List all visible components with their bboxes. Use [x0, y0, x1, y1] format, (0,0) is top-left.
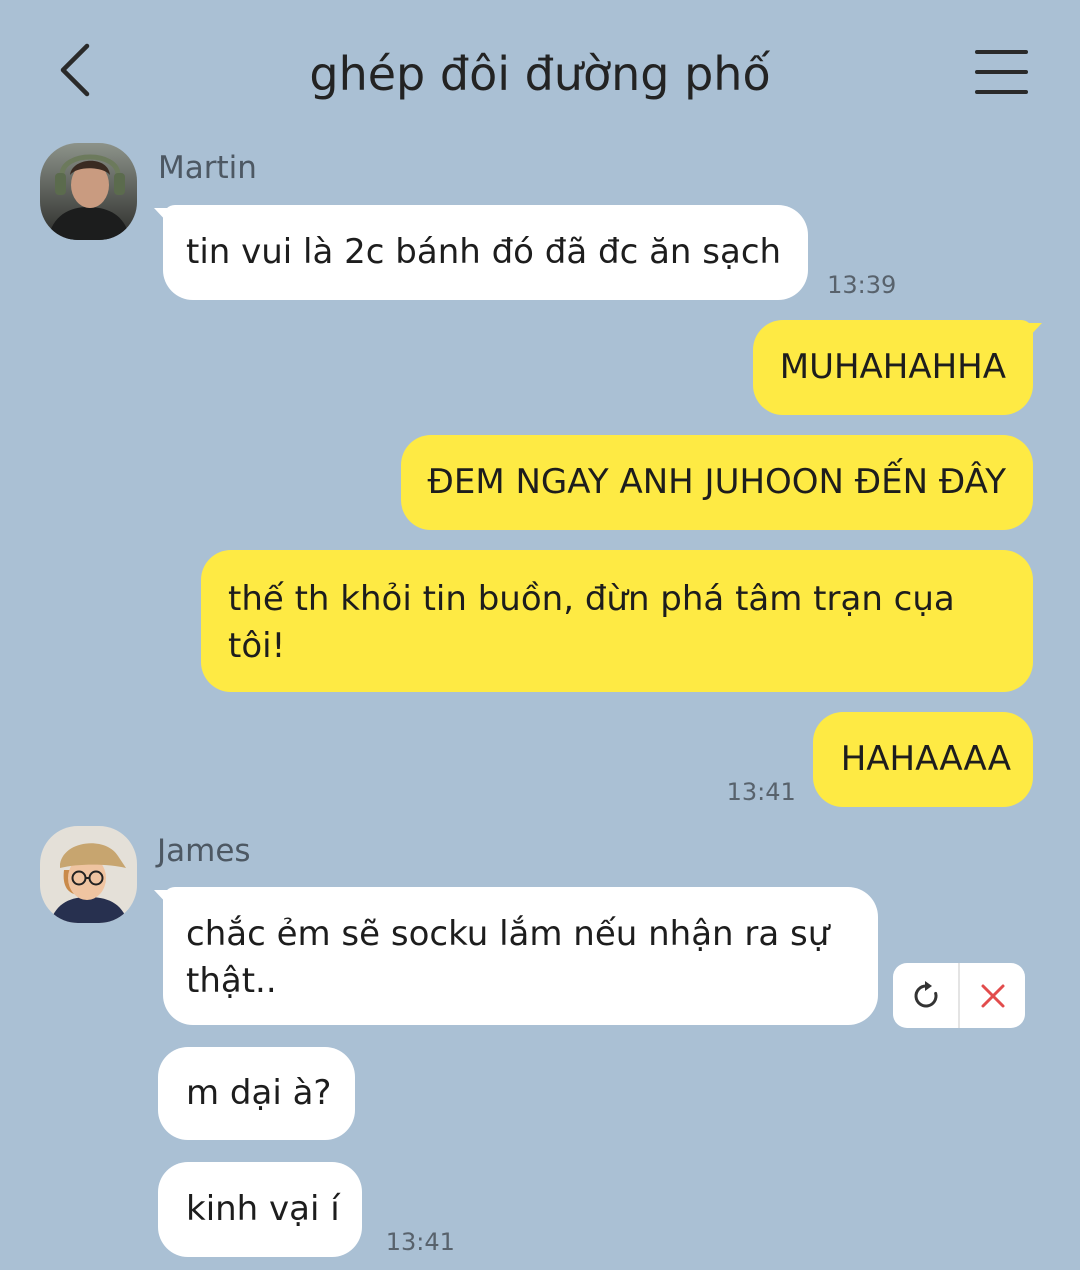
message-row: ĐEM NGAY ANH JUHOON ĐẾN ĐÂY	[400, 435, 1033, 530]
incoming-message-bubble[interactable]: kinh vại í	[158, 1162, 362, 1257]
avatar[interactable]	[40, 826, 137, 923]
message-row: kinh vại í 13:41	[158, 1162, 455, 1257]
incoming-message-bubble[interactable]: tin vui là 2c bánh đó đã đc ăn sạch	[153, 205, 809, 300]
hamburger-menu-icon	[975, 50, 1028, 94]
menu-button[interactable]	[972, 44, 1032, 100]
outgoing-message-bubble[interactable]: HAHAAAA	[812, 712, 1033, 807]
message-time: 13:41	[385, 1228, 455, 1256]
chevron-left-icon	[60, 43, 90, 97]
chat-screen: ghép đôi đường phố Martin tin vui là 2c …	[0, 0, 1080, 1270]
outgoing-message-bubble[interactable]: thế th khỏi tin buồn, đừn phá tâm trạn c…	[201, 550, 1033, 692]
back-button[interactable]	[52, 38, 98, 102]
avatar[interactable]	[40, 143, 137, 240]
sender-name: James	[157, 833, 251, 869]
message-time: 13:39	[827, 271, 897, 299]
message-time: 13:41	[726, 778, 796, 806]
profile-photo	[40, 826, 137, 923]
message-row: 13:41 HAHAAAA	[727, 712, 1033, 807]
message-row: MUHAHAHHA	[752, 320, 1043, 415]
refresh-icon	[914, 980, 937, 1007]
close-icon	[981, 984, 1004, 1007]
delete-message-button[interactable]	[960, 963, 1025, 1028]
retry-send-button[interactable]	[893, 963, 958, 1028]
chat-title: ghép đôi đường phố	[309, 47, 771, 101]
outgoing-message-bubble[interactable]: ĐEM NGAY ANH JUHOON ĐẾN ĐÂY	[400, 435, 1033, 530]
failed-message-actions	[893, 963, 1025, 1028]
message-row: tin vui là 2c bánh đó đã đc ăn sạch 13:3…	[153, 205, 897, 300]
incoming-message-bubble[interactable]: m dại à?	[158, 1047, 356, 1140]
sender-name: Martin	[158, 150, 257, 186]
outgoing-message-bubble[interactable]: MUHAHAHHA	[752, 320, 1043, 415]
incoming-message-bubble[interactable]: chắc ẻm sẽ socku lắm nếu nhận ra sự thật…	[154, 887, 878, 1025]
profile-photo	[40, 143, 137, 240]
